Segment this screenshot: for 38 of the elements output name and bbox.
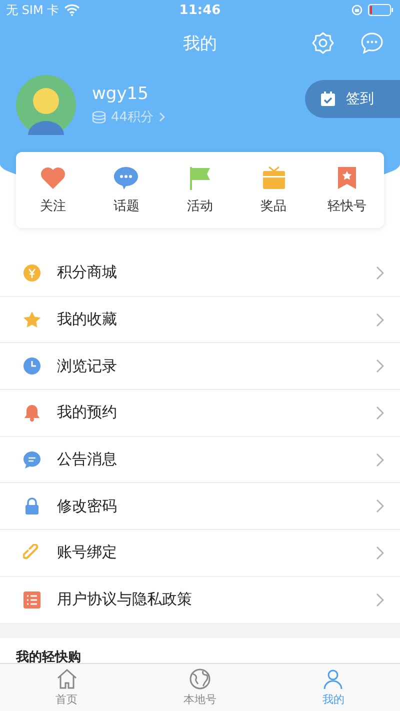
- avatar[interactable]: [16, 75, 76, 135]
- message-icon[interactable]: [360, 31, 384, 55]
- home-icon: [56, 668, 78, 690]
- shortcut-item[interactable]: 轻快号: [317, 166, 378, 214]
- menu-item[interactable]: 我的预约: [0, 390, 400, 437]
- menu-item[interactable]: 积分商城: [0, 250, 400, 297]
- menu-item[interactable]: 浏览记录: [0, 343, 400, 390]
- shortcut-item[interactable]: 活动: [170, 166, 230, 214]
- shortcut-item[interactable]: 关注: [22, 166, 83, 214]
- wifi-icon: [64, 4, 80, 16]
- section-title: 我的轻快购: [16, 650, 81, 664]
- chevron-icon: [376, 452, 384, 467]
- chevron-icon: [376, 592, 384, 607]
- calendar-check-icon: [320, 91, 336, 107]
- status-time: 11:46: [179, 2, 221, 18]
- page-title: 我的: [183, 32, 217, 54]
- chevron-icon: [376, 266, 384, 280]
- battery-icon: [368, 4, 394, 16]
- shortcut-item[interactable]: 话题: [96, 166, 156, 214]
- chevron-icon: [158, 112, 165, 122]
- settings-icon[interactable]: [311, 31, 335, 55]
- orientation-lock-icon: [350, 4, 363, 16]
- menu-item[interactable]: 我的收藏: [0, 296, 400, 344]
- shortcut-item[interactable]: 奖品: [244, 166, 304, 214]
- globe-icon: [188, 668, 211, 690]
- chevron-icon: [376, 406, 384, 420]
- checkin-button[interactable]: 签到: [305, 80, 400, 118]
- carrier-text: 无 SIM 卡: [6, 2, 60, 18]
- chevron-icon: [376, 546, 384, 560]
- person-icon: [322, 668, 344, 690]
- username: wgy15: [92, 84, 150, 104]
- chevron-icon: [376, 312, 384, 327]
- menu-item[interactable]: 公告消息: [0, 436, 400, 484]
- menu-item[interactable]: 账号绑定: [0, 530, 400, 577]
- chevron-icon: [376, 499, 384, 514]
- chevron-icon: [376, 359, 384, 374]
- coins-icon: [92, 110, 106, 124]
- menu-item[interactable]: 修改密码: [0, 483, 400, 530]
